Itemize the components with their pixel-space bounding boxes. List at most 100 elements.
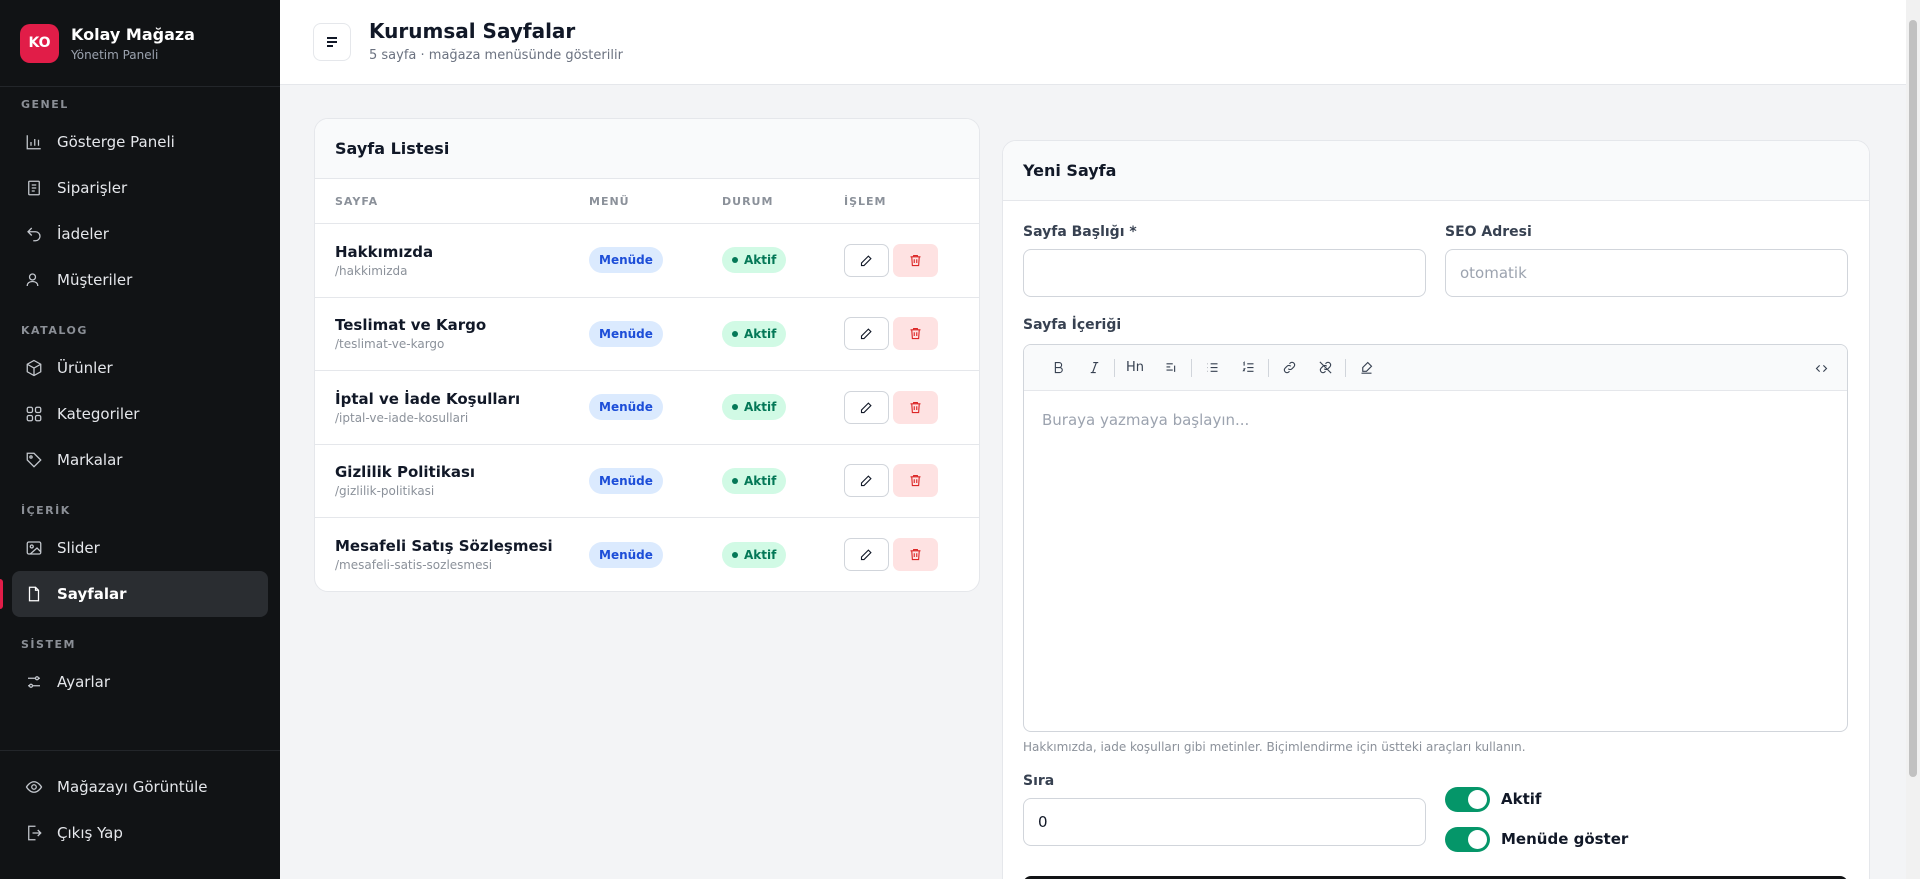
pencil-icon [860,549,872,561]
sidebar-item-returns[interactable]: İadeler [12,211,268,257]
new-page-card: Yeni Sayfa Sayfa Başlığı * SEO Adresi ot… [1002,140,1870,879]
trash-icon [910,254,921,266]
edit-button[interactable] [844,243,889,277]
file-icon [28,586,40,602]
sidebar: KO Kolay Mağaza Yönetim Paneli GENEL Gös… [0,0,280,879]
brand-name: Kolay Mağaza [71,24,195,44]
page-list-card: Sayfa Listesi SAYFA MENÜ DURUM İŞLEM Hak… [314,118,980,592]
table-row: Mesafeli Satış Sözleşmesi/mesafeli-satis… [315,518,979,591]
link-button[interactable] [1271,353,1307,383]
page-slug-cell: /hakkimizda [335,263,408,278]
sidebar-item-brands[interactable]: Markalar [12,437,268,483]
box-icon [26,359,42,377]
menu-toggle[interactable] [1445,827,1490,852]
menu-toggle-label: Menüde göster [1501,830,1629,848]
column-header-status: DURUM [722,194,774,208]
menu-toggle-button[interactable] [313,23,351,61]
scrollbar-thumb[interactable] [1909,20,1917,777]
trash-icon [910,401,921,413]
editor-content[interactable]: Buraya yazmaya başlayın... [1024,391,1847,449]
content-label: Sayfa İçeriği [1023,317,1122,333]
bar-chart-icon [26,135,41,150]
heading-button[interactable]: Hn [1117,353,1153,383]
grid-icon [26,406,42,422]
page-subtitle: 5 sayfa · mağaza menüsünde gösterilir [369,48,623,63]
sidebar-item-orders[interactable]: Siparişler [12,165,268,211]
sidebar-item-label: Kategoriler [57,405,140,423]
sliders-icon [28,676,40,688]
page-scrollbar[interactable] [1906,0,1920,879]
nav-section-genel: GENEL [21,98,69,111]
status-badge: Aktif [722,541,787,568]
tag-icon [26,452,42,468]
brand-subtitle: Yönetim Paneli [71,47,159,62]
status-badge: Aktif [722,467,787,494]
sidebar-item-label: Sayfalar [57,585,127,603]
undo-icon [27,227,41,242]
clear-format-icon [1361,361,1372,374]
bullet-list-button[interactable] [1194,353,1230,383]
content-hint: Hakkımızda, iade koşulları gibi metinler… [1023,740,1526,754]
unlink-button[interactable] [1307,353,1343,383]
sidebar-footer: Mağazayı Görüntüle Çıkış Yap [0,750,280,856]
sidebar-item-categories[interactable]: Kategoriler [12,391,268,437]
bold-button[interactable] [1040,353,1076,383]
edit-button[interactable] [844,317,889,351]
status-badge: Aktif [722,320,787,347]
sidebar-item-dashboard[interactable]: Gösterge Paneli [12,119,268,165]
page-slug-cell: /gizlilik-politikasi [335,484,435,499]
sidebar-item-products[interactable]: Ürünler [12,345,268,391]
trash-icon [910,549,921,561]
delete-button[interactable] [893,317,938,351]
italic-button[interactable] [1076,353,1112,383]
pencil-icon [860,475,872,487]
page-title-cell: Teslimat ve Kargo [335,316,487,335]
logout-link[interactable]: Çıkış Yap [12,810,268,856]
pencil-icon [860,328,872,340]
page-slug-cell: /mesafeli-satis-sozlesmesi [335,558,493,573]
edit-button[interactable] [844,390,889,424]
code-icon [1815,364,1827,372]
editor-toolbar: Hn [1024,345,1847,391]
paragraph-icon [1166,363,1175,372]
ordered-list-icon [1241,361,1253,372]
sidebar-item-label: Slider [57,539,100,557]
sidebar-item-label: Ürünler [57,359,113,377]
sidebar-item-label: Gösterge Paneli [57,133,175,151]
sidebar-item-pages[interactable]: Sayfalar [0,571,268,617]
sidebar-item-settings[interactable]: Ayarlar [12,659,268,705]
heading-icon: Hn [1125,360,1144,375]
page-slug-cell: /teslimat-ve-kargo [335,337,445,352]
seo-input[interactable]: otomatik [1445,249,1848,297]
clear-format-button[interactable] [1348,353,1384,383]
table-row: Hakkımızda/hakkimizda Menüde Aktif [315,224,979,298]
delete-button[interactable] [893,390,938,424]
edit-button[interactable] [844,464,889,498]
bullet-list-icon [1207,363,1217,372]
sidebar-item-customers[interactable]: Müşteriler [12,257,268,303]
topbar: Kurumsal Sayfalar 5 sayfa · mağaza menüs… [280,0,1906,85]
page-title-cell: Mesafeli Satış Sözleşmesi [335,537,553,556]
delete-button[interactable] [893,243,938,277]
edit-button[interactable] [844,538,889,572]
menu-badge: Menüde [589,394,663,421]
sidebar-item-label: Siparişler [57,179,128,197]
status-badge: Aktif [722,394,787,421]
new-page-title: Yeni Sayfa [1003,141,1869,201]
delete-button[interactable] [893,538,938,572]
code-view-button[interactable] [1803,353,1839,383]
brand: KO Kolay Mağaza Yönetim Paneli [0,0,280,87]
active-toggle[interactable] [1445,787,1490,812]
active-toggle-label: Aktif [1501,790,1542,808]
page-title-input[interactable] [1023,249,1426,297]
delete-button[interactable] [893,464,938,498]
rich-text-editor: Hn Buraya yazmaya başlayın... [1023,344,1848,732]
ordered-list-button[interactable] [1230,353,1266,383]
menu-badge: Menüde [589,320,663,347]
sidebar-item-slider[interactable]: Slider [12,525,268,571]
order-input[interactable]: 0 [1023,798,1426,846]
paragraph-button[interactable] [1153,353,1189,383]
page-title-cell: Hakkımızda [335,242,434,261]
view-store-link[interactable]: Mağazayı Görüntüle [12,764,268,810]
status-badge: Aktif [722,247,787,274]
